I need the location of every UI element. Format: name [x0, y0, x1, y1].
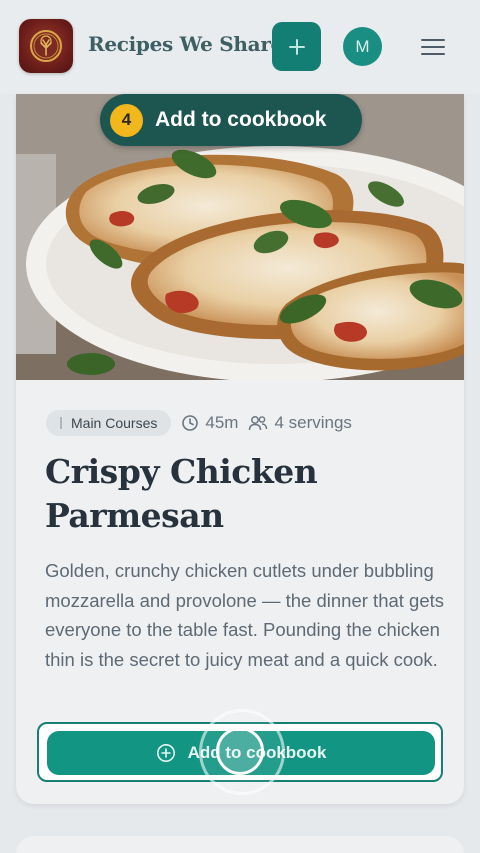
people-icon: [249, 416, 268, 431]
cook-time-value: 45m: [205, 413, 239, 432]
recipe-title: Crispy Chicken Parmesan: [45, 452, 318, 535]
app-title[interactable]: Recipes We Share: [88, 32, 283, 56]
user-avatar[interactable]: M: [343, 27, 382, 66]
plus-circle-icon: [156, 744, 175, 762]
tap-indicator: [216, 727, 264, 775]
menu-button[interactable]: [418, 32, 448, 62]
servings: 4 servings: [248, 413, 352, 433]
app-logo[interactable]: [19, 19, 73, 73]
cook-time: 45m: [181, 413, 238, 433]
recipe-meta: Main Courses 45m 4 servings: [46, 410, 352, 436]
plus-icon: [288, 38, 305, 55]
recipe-card: Main Courses 45m 4 servings Crispy Chick…: [16, 94, 464, 804]
next-recipe-card[interactable]: [16, 836, 464, 853]
app-header: Recipes We Share M: [0, 0, 480, 94]
category-badge[interactable]: Main Courses: [46, 410, 172, 436]
tree-emblem-icon: [30, 30, 62, 62]
add-recipe-button[interactable]: [272, 22, 321, 71]
clock-icon: [182, 415, 199, 431]
recipe-description: Golden, crunchy chicken cutlets under bu…: [45, 560, 445, 670]
tour-step-label: Add to cookbook: [155, 108, 327, 131]
category-label: Main Courses: [71, 415, 158, 431]
tour-tooltip[interactable]: 4 Add to cookbook: [100, 94, 362, 146]
hamburger-menu-icon: [421, 39, 445, 55]
tour-step-badge: 4: [110, 103, 143, 137]
servings-value: 4 servings: [274, 413, 352, 432]
category-icon: [60, 417, 62, 429]
